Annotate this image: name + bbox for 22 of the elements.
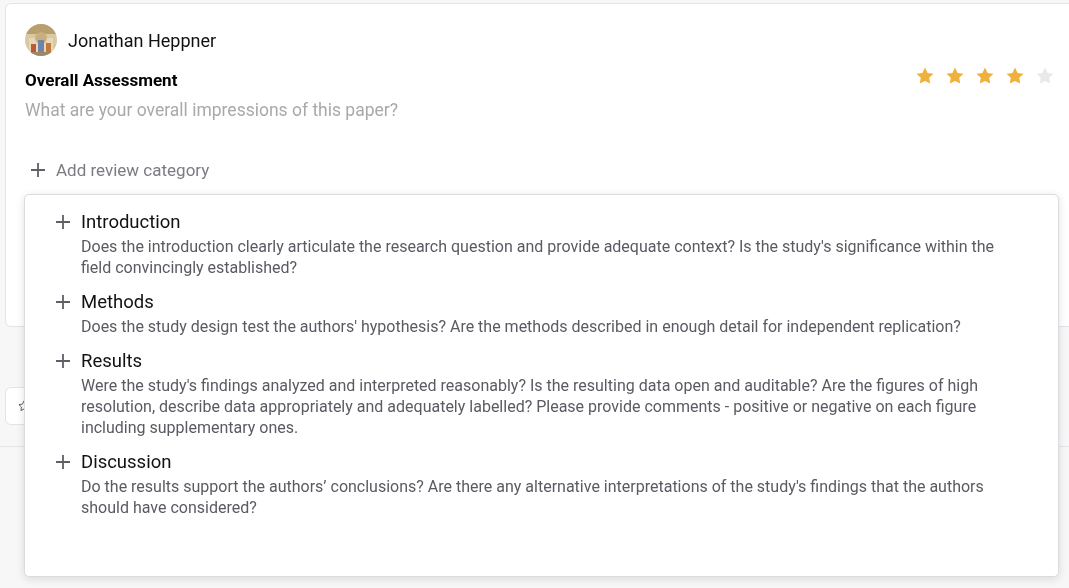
section-title: Overall Assessment [25, 70, 179, 90]
category-option[interactable]: Introduction [81, 211, 1028, 233]
star-icon[interactable] [1005, 66, 1025, 86]
plus-icon [55, 353, 71, 369]
star-icon[interactable] [975, 66, 995, 86]
category-option[interactable]: Results [81, 350, 1028, 372]
category-description: Were the study's findings analyzed and interpreted reasonably? Is the resulting data open and auditable? Are the figures of high resolution, describe data appropriately and adequately labelled? Please provide comments - positive or negative on each figure including supplementary ones. [81, 375, 979, 438]
plus-icon [55, 454, 71, 470]
category-description: Does the study design test the authors' hypothesis? Are the methods described in enough detail for independent replication? [81, 316, 962, 337]
category-description: Does the introduction clearly articulate the research question and provide adequate context? Is the study's significance within the field convincingly established? [81, 236, 996, 278]
plus-icon [30, 162, 46, 178]
plus-icon [55, 294, 71, 310]
star-icon[interactable] [945, 66, 965, 86]
add-category-button[interactable]: Add review category [30, 160, 210, 180]
assessment-field[interactable]: What are your overall impressions of this paper? [25, 100, 525, 120]
reviewer-name: Jonathan Heppner [68, 29, 217, 51]
category-option[interactable]: Methods [81, 291, 1028, 313]
category-description: Do the results support the authors’ conclusions? Are there any alternative interpretations of the study's findings that the authors should have considered? [81, 476, 985, 518]
star-icon[interactable] [915, 66, 935, 86]
category-option[interactable]: Discussion [81, 451, 1028, 473]
star-rating[interactable] [915, 66, 1055, 86]
plus-icon [55, 214, 71, 230]
